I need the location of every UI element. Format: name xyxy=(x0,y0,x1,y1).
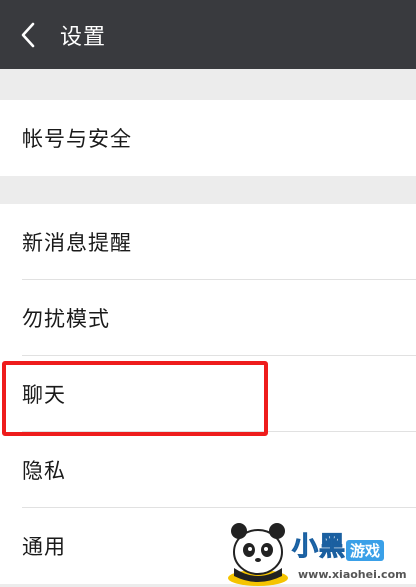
settings-item-label: 勿扰模式 xyxy=(22,307,110,331)
back-button[interactable] xyxy=(0,0,56,69)
settings-item-chat[interactable]: 聊天 xyxy=(0,356,416,432)
watermark-url: www.xiaohei.com xyxy=(298,568,407,581)
settings-item-account-security[interactable]: 帐号与安全 xyxy=(0,100,416,176)
chevron-left-icon xyxy=(21,22,35,47)
settings-item-label: 新消息提醒 xyxy=(22,231,132,255)
title-bar: 设置 xyxy=(0,0,416,69)
settings-item-label: 隐私 xyxy=(22,459,66,483)
page-title: 设置 xyxy=(60,24,107,50)
account-section: 帐号与安全 xyxy=(0,100,416,176)
settings-item-new-message-notifications[interactable]: 新消息提醒 xyxy=(0,204,416,280)
settings-item-do-not-disturb[interactable]: 勿扰模式 xyxy=(0,280,416,356)
settings-item-privacy[interactable]: 隐私 xyxy=(0,432,416,508)
settings-item-label: 帐号与安全 xyxy=(22,127,132,151)
settings-item-label: 通用 xyxy=(22,535,66,559)
panda-mascot-icon xyxy=(228,523,288,586)
watermark-brand: 小黑 xyxy=(291,532,347,563)
site-watermark: 小黑 游戏 www.xiaohei.com xyxy=(220,518,416,587)
settings-item-label: 聊天 xyxy=(22,383,66,407)
watermark-sub: 游戏 xyxy=(346,540,385,561)
